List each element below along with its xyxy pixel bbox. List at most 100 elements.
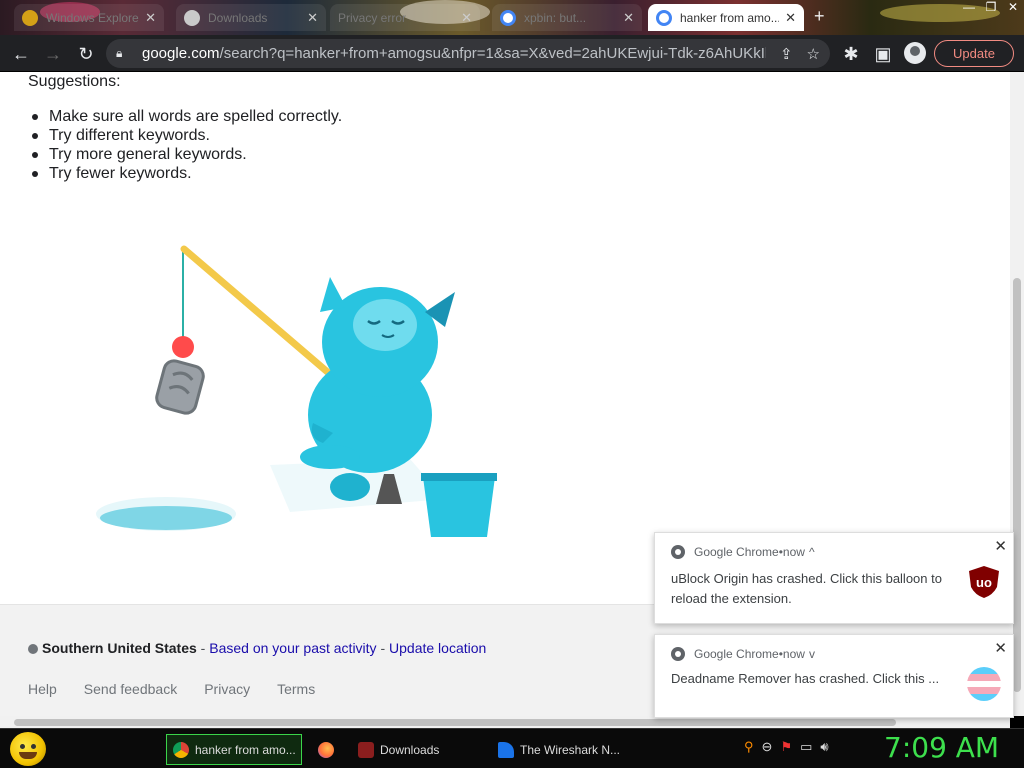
taskbar-label: Downloads (380, 742, 440, 757)
back-arrow-icon[interactable]: ← (9, 42, 33, 66)
taskbar-item-firefox[interactable] (312, 734, 348, 765)
notification-ublock-crash[interactable]: Google Chrome • now ^ ✕ uBlock Origin ha… (654, 532, 1014, 624)
chevron-down-icon[interactable]: v (809, 647, 815, 661)
tab-xpbin[interactable]: xpbin: but... ✕ (492, 4, 642, 31)
monster-ear (320, 277, 346, 312)
fishing-monster-illustration (96, 245, 497, 537)
notification-header: Google Chrome • now v (671, 647, 815, 661)
tab-strip: Windows Explorer ✕ Downloads ✕ Privacy e… (0, 0, 1024, 35)
notification-body: Deadname Remover has crashed. Click this… (671, 671, 940, 686)
notification-app: Google Chrome (694, 647, 779, 661)
tab-windows-explorer[interactable]: Windows Explorer ✕ (14, 4, 164, 31)
fishing-bobber (172, 336, 194, 358)
folder-icon (358, 741, 374, 758)
suggestions-title: Suggestions: (28, 73, 121, 90)
tab-title: hanker from amo... (680, 10, 780, 25)
close-icon[interactable]: ✕ (994, 639, 1007, 657)
taskbar-label: hanker from amo... (195, 742, 295, 757)
start-button[interactable] (10, 732, 46, 766)
close-icon[interactable]: ✕ (145, 10, 156, 26)
taskbar-clock[interactable]: 7:09 AM (884, 731, 999, 764)
chrome-icon (671, 647, 685, 661)
star-icon[interactable]: ☆ (807, 45, 820, 63)
browser-toolbar: ← → ↻ 🔒︎ google.com/search?q=hanker+from… (0, 35, 1024, 72)
url-text[interactable]: google.com/search?q=hanker+from+amogsu&n… (142, 45, 766, 62)
url-host: google.com (142, 45, 220, 62)
monster-foot (330, 473, 370, 501)
privacy-link[interactable]: Privacy (204, 681, 250, 697)
location-info: Southern United States - Based on your p… (28, 640, 486, 656)
notification-time: now (782, 545, 805, 559)
ice-hole (100, 506, 232, 530)
suggestions-list: Make sure all words are spelled correctl… (31, 107, 343, 183)
tab-title: Windows Explorer (46, 10, 140, 25)
tab-hanker-search[interactable]: hanker from amo... ✕ (648, 4, 804, 31)
side-panel-icon[interactable]: ▣ (871, 42, 895, 66)
transgender-flag-icon (967, 667, 1001, 701)
taskbar-item-wireshark[interactable]: The Wireshark N... (492, 734, 626, 765)
help-link[interactable]: Help (28, 681, 57, 697)
notification-deadname-crash[interactable]: Google Chrome • now v ✕ Deadname Remover… (654, 634, 1014, 718)
suggestion-item: Try fewer keywords. (31, 164, 342, 183)
tin-can-catch (155, 359, 205, 415)
terms-link[interactable]: Terms (277, 681, 315, 697)
close-icon[interactable]: ✕ (623, 10, 634, 26)
search-icon[interactable]: ⚲ (744, 739, 754, 755)
location-separator: - (376, 640, 390, 656)
tab-title: Downloads (208, 10, 268, 25)
share-icon[interactable]: ⇪ (780, 45, 793, 63)
scrollbar-thumb[interactable] (1013, 278, 1021, 692)
lock-icon[interactable]: 🔒︎ (116, 46, 134, 61)
close-icon[interactable]: ✕ (785, 10, 796, 26)
taskbar-item-downloads[interactable]: Downloads (352, 734, 486, 765)
volume-icon[interactable]: 🔊︎ (820, 739, 828, 755)
update-location-link[interactable]: Update location (389, 640, 486, 656)
chrome-icon (173, 741, 189, 758)
close-icon[interactable]: ✕ (461, 10, 472, 26)
update-button[interactable]: Update (934, 40, 1014, 67)
forward-arrow-icon[interactable]: → (41, 42, 65, 66)
send-feedback-link[interactable]: Send feedback (84, 681, 177, 697)
svg-text:uo: uo (976, 575, 992, 590)
google-icon (656, 9, 672, 26)
minimize-button[interactable]: — (958, 0, 980, 20)
close-icon[interactable]: ✕ (994, 537, 1007, 555)
maximize-button[interactable]: ❐ (980, 0, 1002, 20)
tab-title: xpbin: but... (524, 10, 587, 25)
tab-downloads[interactable]: Downloads ✕ (176, 4, 326, 31)
firefox-icon (318, 741, 334, 758)
suggestion-item: Try different keywords. (31, 126, 342, 145)
network-icon[interactable]: ▭ (800, 739, 812, 755)
notification-time: now (782, 647, 805, 661)
tab-favicon-icon (184, 9, 200, 26)
close-window-button[interactable]: ✕ (1002, 0, 1024, 20)
system-tray: ⚲ ⊖ ⚑ ▭ 🔊︎ (744, 739, 829, 755)
tab-privacy-error[interactable]: Privacy error ✕ (330, 4, 480, 31)
tab-favicon-icon (22, 9, 38, 26)
close-icon[interactable]: ✕ (307, 10, 318, 26)
taskbar-item-chrome[interactable]: hanker from amo... (166, 734, 302, 765)
ublock-origin-icon: uo (969, 566, 999, 598)
google-icon (500, 9, 516, 26)
chrome-icon (671, 545, 685, 559)
minus-circle-icon[interactable]: ⊖ (762, 739, 773, 755)
location-name: Southern United States (42, 640, 197, 656)
plus-icon[interactable]: + (814, 6, 825, 27)
scrollbar-thumb[interactable] (14, 719, 896, 726)
suggestion-item: Try more general keywords. (31, 145, 342, 164)
window-controls: — ❐ ✕ (958, 0, 1024, 20)
extensions-puzzle-icon[interactable]: ✱ (839, 42, 863, 66)
notification-body: uBlock Origin has crashed. Click this ba… (671, 571, 942, 606)
reload-icon[interactable]: ↻ (74, 42, 98, 66)
based-on-activity-link[interactable]: Based on your past activity (209, 640, 376, 656)
bucket-rim (421, 473, 497, 481)
taskbar-label: The Wireshark N... (520, 742, 620, 757)
bucket (423, 477, 495, 537)
profile-avatar[interactable] (904, 42, 926, 64)
suggestion-item: Make sure all words are spelled correctl… (31, 108, 343, 125)
footer-links: Help Send feedback Privacy Terms (28, 681, 315, 697)
chevron-up-icon[interactable]: ^ (809, 545, 815, 559)
location-separator: - (196, 640, 210, 656)
address-bar[interactable]: 🔒︎ google.com/search?q=hanker+from+amogs… (106, 39, 830, 68)
flag-icon[interactable]: ⚑ (780, 739, 792, 755)
